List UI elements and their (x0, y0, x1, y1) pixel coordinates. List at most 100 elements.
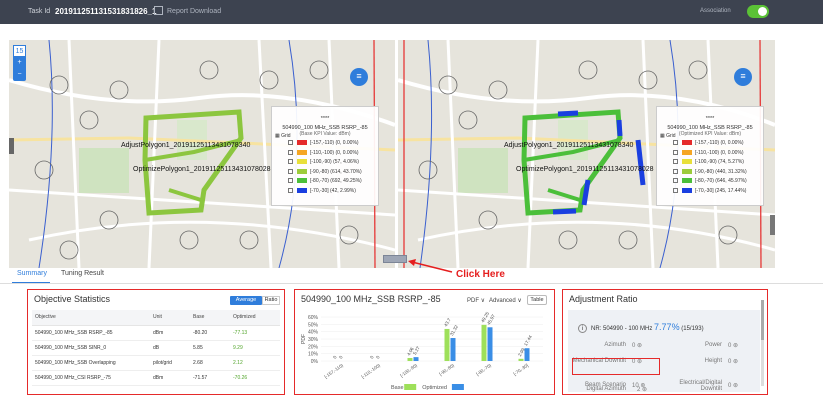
legend-swatch (297, 140, 307, 145)
legend-row[interactable]: [-90,-80) (614, 43.70%) (288, 168, 362, 179)
base-legend: **** 504990_100 MHz_SSB RSRP_-85 (Base K… (271, 106, 379, 206)
chevron-down-icon: ∨ (517, 298, 522, 304)
beam-scenario-highlight (572, 358, 660, 375)
table-row[interactable]: 504990_100 MHz_SSB SINR_0 dB 5.85 9.29 (32, 340, 280, 356)
optimized-cell: -77.13 (230, 325, 280, 341)
zoom-out-button[interactable]: − (13, 69, 26, 81)
legend-swatch (682, 178, 692, 183)
tab-bar: Summary Tuning Result (0, 266, 450, 284)
list-icon: ≡ (356, 71, 362, 81)
arrow-circle-icon: ⊛ (637, 343, 643, 349)
x-tick-label: [-110,-100) (360, 362, 381, 379)
legend-row[interactable]: [-110,-100) (0, 0.00%) (673, 149, 747, 160)
side-panel-handle[interactable] (770, 215, 775, 235)
average-button[interactable]: Average (230, 296, 262, 305)
legend-swatch (682, 140, 692, 145)
x-tick-label: [-100,-90) (399, 362, 418, 378)
bar-base (407, 358, 413, 361)
legend-checkbox[interactable] (673, 149, 678, 155)
azimuth-value[interactable]: 0 ⊛ (632, 342, 642, 349)
legend-checkbox[interactable] (288, 187, 293, 193)
legend-checkbox[interactable] (288, 140, 293, 145)
legend-checkbox[interactable] (673, 159, 678, 164)
unit-cell: pilot/grid (150, 355, 190, 371)
legend-checkbox[interactable] (288, 168, 293, 174)
x-tick-label: [-90,-80) (438, 362, 455, 376)
arrow-circle-icon: ⊛ (733, 343, 739, 349)
legend-row[interactable]: [-80,-70) (646, 45.97%) (673, 178, 747, 188)
objective-statistics-panel: Objective Statistics Average Ratio Objec… (27, 289, 285, 395)
legend-checkbox[interactable] (673, 187, 678, 193)
legend-row[interactable]: [-110,-100) (0, 0.00%) (288, 149, 362, 160)
digital-azimuth-value[interactable]: 2 ⊛ (637, 386, 647, 393)
y-tick-label: 30% (308, 337, 319, 343)
table-row[interactable]: 504990_100 MHz_CSI RSRP_-75 dBm -71.57 -70.… (32, 370, 280, 386)
legend-checkbox[interactable] (673, 168, 678, 174)
y-axis-label: PDF (301, 334, 307, 344)
bar-optimized (413, 357, 419, 361)
column-header: Base (190, 310, 230, 326)
adjust-polygon-label: AdjustPolygon1_20191125113431078340 (121, 142, 251, 149)
report-download-label: Report Download (167, 8, 222, 15)
bar-base (481, 324, 487, 361)
power-value[interactable]: 0 ⊛ (728, 342, 738, 349)
power-label: Power (704, 342, 722, 348)
legend-row[interactable]: [-80,-70) (692, 49.25%) (288, 178, 362, 188)
data-label: 0 (338, 354, 344, 359)
table-row[interactable]: 504990_100 MHz_SSB Overlapping pilot/grid… (32, 355, 280, 371)
optimized-cell: 2.12 (230, 355, 280, 371)
legend-swatch (404, 384, 417, 390)
legend-checkbox[interactable] (288, 159, 293, 164)
legend-row[interactable]: [-100,-90) (57, 4.06%) (288, 159, 362, 169)
legend-row[interactable]: [-157,-110) (0, 0.00%) (288, 140, 362, 150)
electrical-downtilt-label: Electrical/Digital Downtilt (679, 380, 722, 392)
grid-label: ▦ Grid (660, 133, 676, 139)
objective-cell: 504990_100 MHz_SSB Overlapping (32, 355, 150, 371)
zoom-in-button[interactable]: + (13, 57, 26, 69)
legend-swatch (682, 187, 692, 193)
legend-row[interactable]: [-157,-110) (0, 0.00%) (673, 140, 747, 150)
layers-button[interactable]: ≡ (734, 68, 752, 86)
legend-row[interactable]: [-100,-90) (74, 5.27%) (673, 159, 747, 169)
click-here-annotation: Click Here (456, 269, 505, 280)
panel-title: 504990_100 MHz_SSB RSRP_-85 (301, 294, 441, 304)
legend-swatch (297, 178, 307, 183)
report-download-button[interactable]: Report Download (154, 6, 221, 15)
tab-summary[interactable]: Summary (17, 270, 47, 277)
pdf-select[interactable]: PDF ∨ (467, 297, 485, 304)
legend-checkbox[interactable] (288, 178, 293, 183)
scrollbar[interactable] (761, 300, 764, 386)
bar-optimized (487, 327, 493, 361)
data-label: 43.7 (443, 317, 452, 328)
legend-row[interactable]: [-70,-30] (245, 17.44%) (673, 187, 747, 198)
layers-button[interactable]: ≡ (350, 68, 368, 86)
grid-label: ▦ Grid (275, 133, 291, 139)
base-cell: -71.57 (190, 370, 230, 386)
legend-row[interactable]: [-70,-30] (42, 2.99%) (288, 187, 362, 198)
tab-tuning-result[interactable]: Tuning Result (61, 270, 104, 277)
azimuth-label: Azimuth (604, 342, 626, 348)
objective-cell: 504990_100 MHz_CSI RSRP_-75 (32, 370, 150, 386)
legend-row[interactable]: [-90,-80) (440, 31.32%) (673, 168, 747, 179)
panel-title: Adjustment Ratio (569, 294, 638, 304)
scrollbar-thumb[interactable] (761, 300, 764, 340)
base-map[interactable]: 15 + − ≡ AdjustPolygon1_2019112511343107… (9, 40, 395, 268)
table-button[interactable]: Table (527, 295, 547, 305)
electrical-downtilt-value[interactable]: 0 ⊛ (728, 382, 738, 389)
base-cell: 2.68 (190, 355, 230, 371)
side-panel-handle[interactable] (9, 138, 14, 154)
association-toggle[interactable] (747, 5, 769, 18)
table-row[interactable]: 504990_100 MHz_SSB RSRP_-85 dBm -80.20 -77.… (32, 325, 280, 341)
top-bar: Task Id 201911251131531831826_1 Report D… (0, 0, 823, 24)
optimized-map[interactable]: ≡ AdjustPolygon1_20191125113431078340 Op… (398, 40, 775, 268)
legend-swatch (682, 168, 692, 174)
advanced-select[interactable]: Advanced ∨ (489, 297, 522, 304)
ratio-button[interactable]: Ratio (262, 296, 280, 305)
bar-optimized (524, 348, 530, 361)
adjust-polygon-label: AdjustPolygon1_20191125113431078340 (504, 142, 634, 149)
legend-checkbox[interactable] (673, 140, 678, 145)
legend-checkbox[interactable] (288, 149, 293, 155)
height-value[interactable]: 0 ⊛ (728, 358, 738, 365)
legend-checkbox[interactable] (673, 178, 678, 183)
zoom-control: 15 + − (13, 45, 26, 81)
